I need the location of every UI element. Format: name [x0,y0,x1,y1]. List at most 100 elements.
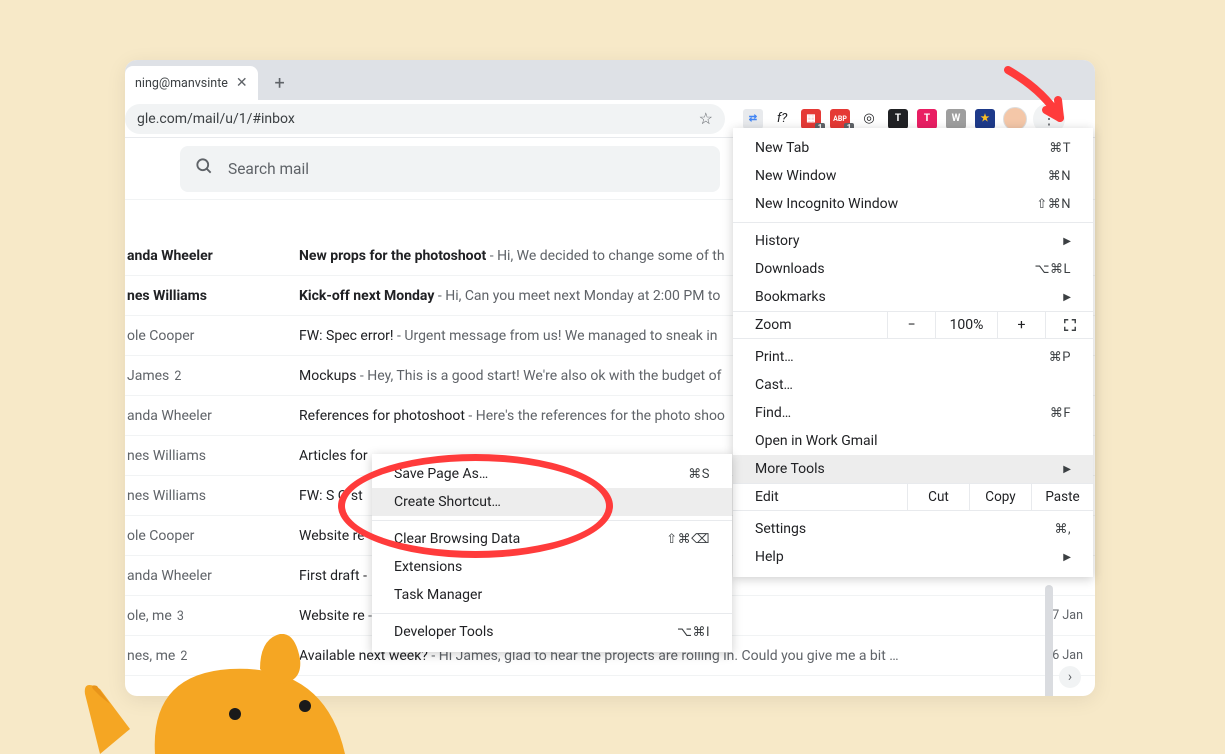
submenu-extensions[interactable]: Extensions [372,553,732,581]
submenu-developer-tools[interactable]: Developer Tools ⌥⌘I [372,618,732,646]
menu-separator [372,520,732,521]
menu-label: Save Page As… [394,466,488,482]
menu-label: Zoom [733,317,887,333]
email-date: 6 Jan [1035,648,1095,663]
chevron-right-icon: ▶ [1063,464,1071,475]
menu-shortcut: ⌘N [1048,169,1071,184]
search-placeholder: Search mail [228,160,309,178]
menu-shortcut: ⌘T [1049,141,1071,156]
submenu-clear-browsing-data[interactable]: Clear Browsing Data ⇧⌘⌫ [372,525,732,553]
search-icon [194,156,214,181]
translate-icon[interactable]: ⇄ [743,109,763,129]
email-sender: anda Wheeler [127,568,299,584]
bookmark-star-icon[interactable]: ☆ [699,109,713,128]
email-sender: nes Williams [127,448,299,464]
pink-ext-icon[interactable]: T [917,109,937,129]
chevron-right-icon: ▶ [1063,292,1071,303]
email-subject: Website re [299,528,365,544]
browser-tab[interactable]: ning@manvsinte ✕ [125,66,258,100]
menu-new-tab[interactable]: New Tab ⌘T [733,134,1093,162]
email-subject: Mockups [299,368,356,384]
font-icon[interactable]: f? [772,109,792,129]
circle-ext-icon[interactable]: ◎ [859,109,879,129]
menu-shortcut: ⌘F [1050,406,1071,421]
chrome-menu: New Tab ⌘T New Window ⌘N New Incognito W… [733,128,1093,577]
zoom-value: 100% [935,312,997,338]
dark-ext-icon[interactable]: T [888,109,908,129]
search-input[interactable]: Search mail [180,146,720,192]
abp-icon[interactable]: ABP1 [830,109,850,129]
more-tools-submenu: Save Page As… ⌘S Create Shortcut… Clear … [372,454,732,652]
edit-copy-button[interactable]: Copy [969,484,1031,510]
menu-downloads[interactable]: Downloads ⌥⌘L [733,255,1093,283]
menu-new-incognito[interactable]: New Incognito Window ⇧⌘N [733,190,1093,218]
edit-paste-button[interactable]: Paste [1031,484,1093,510]
email-sender: James 2 [127,368,299,384]
menu-cast[interactable]: Cast… [733,371,1093,399]
menu-find[interactable]: Find… ⌘F [733,399,1093,427]
grey-ext-icon[interactable]: W [946,109,966,129]
email-sender: nes, me 2 [127,648,299,664]
menu-help[interactable]: Help ▶ [733,543,1093,571]
chevron-right-icon: ▶ [1063,236,1071,247]
submenu-task-manager[interactable]: Task Manager [372,581,732,609]
chevron-right-icon: ▶ [1063,552,1071,563]
submenu-create-shortcut[interactable]: Create Shortcut… [372,488,732,516]
menu-new-window[interactable]: New Window ⌘N [733,162,1093,190]
menu-more-tools[interactable]: More Tools ▶ [733,455,1093,483]
email-sender: anda Wheeler [127,408,299,424]
menu-open-work-gmail[interactable]: Open in Work Gmail [733,427,1093,455]
menu-label: Cast… [755,377,793,393]
menu-shortcut: ⌘P [1049,350,1071,365]
email-preview: Here's the references for the photo shoo [465,408,725,424]
blue-ext-icon[interactable]: ★ [975,109,995,129]
menu-label: History [755,233,800,249]
red-ext-icon[interactable]: ▦1 [801,109,821,129]
address-bar[interactable]: gle.com/mail/u/1/#inbox ☆ [125,104,725,134]
email-date: 7 Jan [1035,608,1095,623]
tab-strip: ning@manvsinte ✕ + [125,60,1095,100]
menu-label: Edit [733,489,907,505]
submenu-save-page[interactable]: Save Page As… ⌘S [372,460,732,488]
menu-print[interactable]: Print… ⌘P [733,343,1093,371]
thread-count: 3 [174,609,184,624]
menu-label: Settings [755,521,806,537]
close-icon[interactable]: ✕ [236,75,248,91]
email-subject: Articles for [299,448,368,464]
menu-label: Developer Tools [394,624,494,640]
email-sender: anda Wheeler [127,248,299,264]
menu-label: Task Manager [394,587,482,603]
menu-shortcut: ⌥⌘L [1035,262,1071,277]
menu-history[interactable]: History ▶ [733,227,1093,255]
email-subject: Kick-off next Monday [299,288,434,304]
zoom-in-button[interactable]: + [997,312,1045,338]
email-sender: ole Cooper [127,328,299,344]
menu-bookmarks[interactable]: Bookmarks ▶ [733,283,1093,311]
email-subject: References for photoshoot [299,408,465,424]
menu-label: Print… [755,349,794,365]
email-preview: Hi, We decided to change some of th [486,248,724,264]
menu-label: Extensions [394,559,462,575]
url-text: gle.com/mail/u/1/#inbox [137,111,699,127]
email-subject: New props for the photoshoot [299,248,486,264]
menu-label: Bookmarks [755,289,826,305]
menu-label: Help [755,549,784,565]
menu-label: Clear Browsing Data [394,531,520,547]
menu-label: Open in Work Gmail [755,433,877,449]
scrollbar[interactable] [1045,585,1053,696]
email-subject: FW: Spec error! [299,328,394,344]
menu-label: More Tools [755,461,825,477]
fullscreen-button[interactable] [1045,312,1093,338]
edit-cut-button[interactable]: Cut [907,484,969,510]
tab-title: ning@manvsinte [135,76,228,91]
new-tab-button[interactable]: + [266,69,294,97]
menu-settings[interactable]: Settings ⌘, [733,515,1093,543]
menu-label: Create Shortcut… [394,494,501,510]
menu-label: Downloads [755,261,825,277]
thread-count: 2 [171,369,181,384]
thread-count: 2 [177,649,187,664]
profile-avatar[interactable] [1003,107,1027,131]
zoom-out-button[interactable]: − [887,312,935,338]
menu-shortcut: ⇧⌘⌫ [666,532,710,547]
scroll-right-icon[interactable]: › [1059,666,1081,688]
